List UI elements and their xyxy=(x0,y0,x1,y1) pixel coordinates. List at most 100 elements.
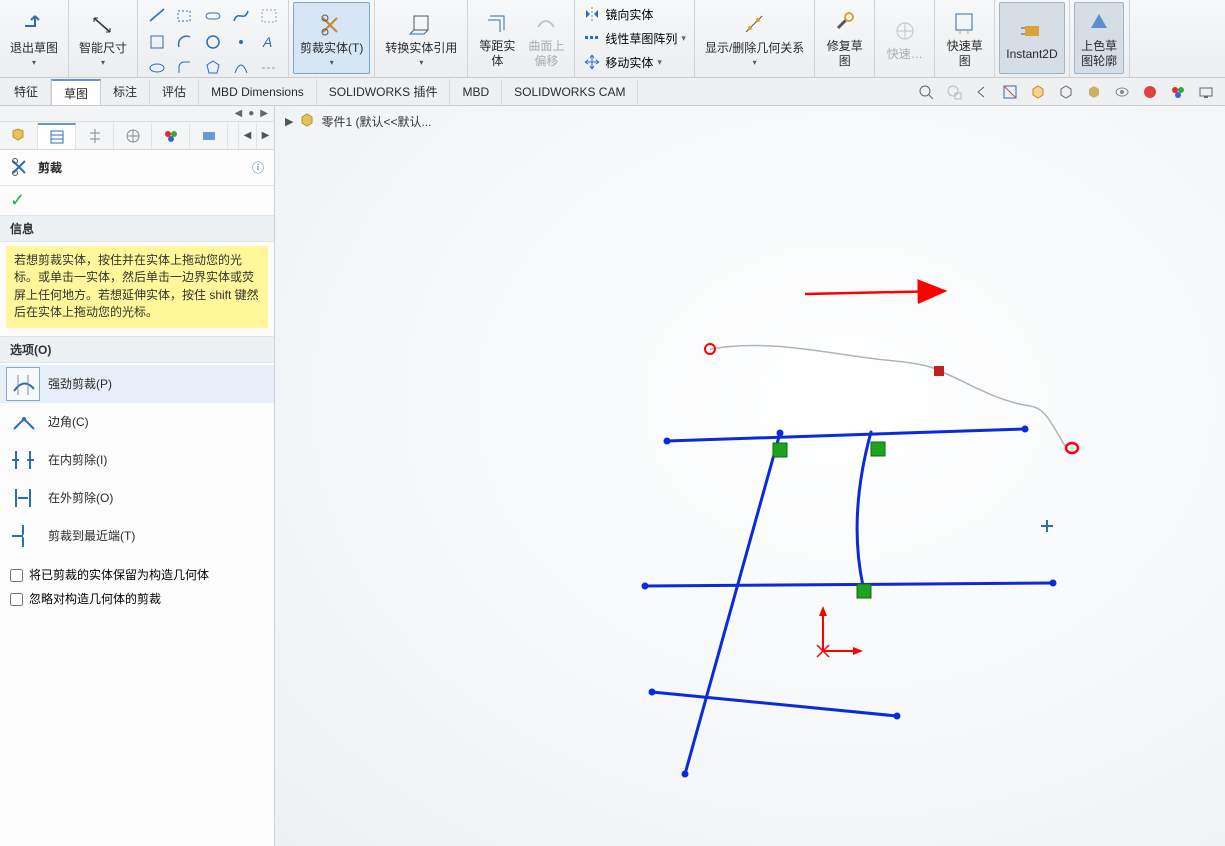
keep-construction-checkbox[interactable] xyxy=(10,569,23,582)
option-power-trim-label: 强劲剪裁(P) xyxy=(48,375,112,392)
offset-entities-button[interactable]: 等距实 体 xyxy=(472,2,522,74)
surface-label: 曲面上 xyxy=(528,39,564,54)
dimxpert-tab[interactable] xyxy=(114,123,152,149)
spline-tool[interactable] xyxy=(228,4,254,28)
feature-tree-tab[interactable] xyxy=(0,123,38,149)
tab-mbd[interactable]: MBD xyxy=(450,79,502,105)
shaded-contour-label: 上色草 图轮廓 xyxy=(1081,39,1117,69)
shaded-contour-group: 上色草 图轮廓 xyxy=(1070,0,1130,77)
smart-dimension-button[interactable]: 智能尺寸 ▾ xyxy=(73,2,133,74)
tab-annotate[interactable]: 标注 xyxy=(101,79,150,105)
quick-sketch-button[interactable]: 快速草 图 xyxy=(941,2,989,74)
apply-scene-icon[interactable] xyxy=(1169,83,1187,101)
tab-features[interactable]: 特征 xyxy=(2,79,51,105)
section-view-icon[interactable] xyxy=(1001,83,1019,101)
ignore-construction-checkbox[interactable] xyxy=(10,593,23,606)
option-trim-inside-label: 在内剪除(I) xyxy=(48,451,107,468)
edit-appearance-icon[interactable] xyxy=(1141,83,1159,101)
display-style-icon[interactable] xyxy=(1057,83,1075,101)
circle-tool[interactable] xyxy=(200,30,226,54)
checkbox-ignore-construction[interactable]: 忽略对构造几何体的剪裁 xyxy=(0,587,274,612)
relations-icon xyxy=(741,11,769,39)
instant2d-button[interactable]: Instant2D xyxy=(999,2,1064,74)
pm-info-body: 若想剪裁实体，按住并在实体上拖动您的光标。或单击一实体，然后单击一边界实体或荧屏… xyxy=(6,246,268,328)
repair-sketch-button[interactable]: 修复草 图 xyxy=(821,2,869,74)
plane-tool[interactable] xyxy=(256,4,282,28)
option-corner[interactable]: 边角(C) xyxy=(0,403,274,441)
option-power-trim[interactable]: 强劲剪裁(P) xyxy=(0,365,274,403)
quick1-label: 快速… xyxy=(887,47,923,62)
ellipse-tool[interactable] xyxy=(144,56,170,80)
fillet-tool[interactable] xyxy=(172,56,198,80)
trim-icon xyxy=(318,11,346,39)
config-manager-tab[interactable] xyxy=(76,123,114,149)
slot-tool[interactable] xyxy=(200,4,226,28)
zoom-area-icon[interactable] xyxy=(945,83,963,101)
sketch-geometry[interactable] xyxy=(645,429,1053,774)
view-settings-icon[interactable] xyxy=(1197,83,1215,101)
visibility-icon[interactable] xyxy=(1113,83,1131,101)
rect-tool[interactable] xyxy=(172,4,198,28)
scroll-right-icon[interactable]: ▶ xyxy=(260,108,268,119)
graphics-viewport[interactable]: ▶ 零件1 (默认<<默认... xyxy=(275,106,1225,846)
option-trim-outside[interactable]: 在外剪除(O) xyxy=(0,479,274,517)
linear-pattern-button[interactable]: 线性草图阵列 ▾ xyxy=(579,26,690,50)
keep-construction-label: 将已剪裁的实体保留为构造几何体 xyxy=(29,567,209,584)
quick-snap-button[interactable]: 快速… xyxy=(881,2,929,74)
trail-mid-icon xyxy=(934,366,944,376)
tab-sw-plugin[interactable]: SOLIDWORKS 插件 xyxy=(317,79,451,105)
pattern-label: 线性草图阵列 xyxy=(605,30,677,47)
relation-badges[interactable] xyxy=(773,442,885,598)
convert-label: 转换实体引用 xyxy=(385,41,457,56)
point-tool[interactable] xyxy=(228,30,254,54)
cam-tab[interactable] xyxy=(190,123,228,149)
pattern-icon xyxy=(583,29,601,47)
option-trim-nearest[interactable]: 剪裁到最近端(T) xyxy=(0,517,274,555)
tabstrip-prev[interactable]: ◀ xyxy=(238,123,256,149)
property-manager-tab[interactable] xyxy=(38,123,76,149)
sketch-endpoints xyxy=(642,426,1057,778)
sketch-tools-grid: A xyxy=(142,2,284,82)
pm-options-list: 强劲剪裁(P) 边角(C) 在内剪除(I) 在外剪除(O) 剪裁到最近端(T) xyxy=(0,363,274,563)
mirror-entities-button[interactable]: 镜向实体 xyxy=(579,2,690,26)
offset-icon xyxy=(483,9,511,37)
arc-tool[interactable] xyxy=(172,30,198,54)
repair-group: 修复草 图 xyxy=(815,0,875,77)
hide-show-icon[interactable] xyxy=(1085,83,1103,101)
exit-sketch-button[interactable]: 退出草图 ▾ xyxy=(4,2,64,74)
command-manager-tabs: 特征 草图 标注 评估 MBD Dimensions SOLIDWORKS 插件… xyxy=(0,78,1225,106)
mirror-label: 镜向实体 xyxy=(605,6,653,23)
feature-manager-panel: ◀ ● ▶ ◀ ▶ 剪裁 ⓘ ✓ 信息 若想剪裁实体，按住并在实体上拖动您的光 xyxy=(0,106,275,846)
centerline-tool[interactable] xyxy=(256,56,282,80)
corner-rect-tool[interactable] xyxy=(144,30,170,54)
show-delete-relations-button[interactable]: 显示/删除几何关系 ▾ xyxy=(699,2,810,74)
quick-sketch-icon xyxy=(951,9,979,37)
tab-evaluate[interactable]: 评估 xyxy=(150,79,199,105)
convert-entities-button[interactable]: 转换实体引用 ▾ xyxy=(379,2,463,74)
on-surface-button[interactable]: 曲面上 偏移 xyxy=(522,2,570,74)
tab-sketch[interactable]: 草图 xyxy=(51,79,101,105)
view-orientation-icon[interactable] xyxy=(1029,83,1047,101)
shaded-contour-button[interactable]: 上色草 图轮廓 xyxy=(1074,2,1124,74)
parabola-tool[interactable] xyxy=(228,56,254,80)
display-manager-tab[interactable] xyxy=(152,123,190,149)
option-trim-inside[interactable]: 在内剪除(I) xyxy=(0,441,274,479)
pm-help-icon[interactable]: ⓘ xyxy=(252,159,264,176)
move-entities-button[interactable]: 移动实体 ▾ xyxy=(579,50,690,74)
tab-sw-cam[interactable]: SOLIDWORKS CAM xyxy=(502,79,638,105)
line-tool[interactable] xyxy=(144,4,170,28)
polygon-tool[interactable] xyxy=(200,56,226,80)
quick-sketch-group: 快速草 图 xyxy=(935,0,995,77)
previous-view-icon[interactable] xyxy=(973,83,991,101)
convert-group: 转换实体引用 ▾ xyxy=(375,0,468,77)
zoom-fit-icon[interactable] xyxy=(917,83,935,101)
scroll-left-icon[interactable]: ◀ xyxy=(235,108,243,119)
offset-group: 等距实 体 曲面上 偏移 xyxy=(468,0,575,77)
pm-ok-button[interactable]: ✓ xyxy=(0,186,274,215)
tab-mbd-dimensions[interactable]: MBD Dimensions xyxy=(199,79,317,105)
text-tool[interactable]: A xyxy=(256,30,282,54)
checkbox-keep-as-construction[interactable]: 将已剪裁的实体保留为构造几何体 xyxy=(0,563,274,588)
offset-label: 等距实 体 xyxy=(479,39,515,69)
tabstrip-next[interactable]: ▶ xyxy=(256,123,274,149)
trim-entities-button[interactable]: 剪裁实体(T) ▾ xyxy=(293,2,370,74)
